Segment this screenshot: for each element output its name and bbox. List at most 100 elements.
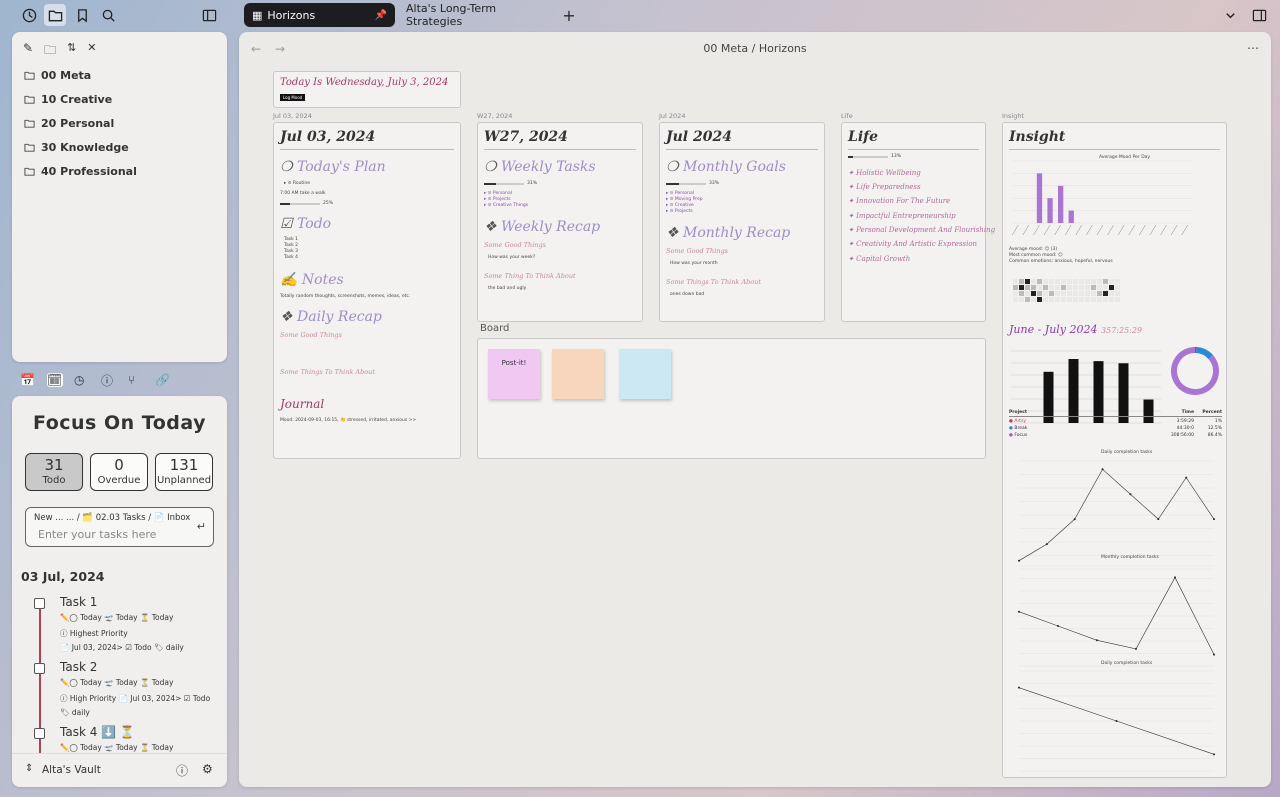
- heatmap-cell: [1055, 291, 1060, 296]
- todo-item[interactable]: Task 4: [284, 255, 298, 260]
- task-title[interactable]: Task 4 ⬇️ ⏳: [60, 725, 135, 739]
- breadcrumb[interactable]: 00 Meta / Horizons: [239, 42, 1271, 55]
- heatmap-cell: [1061, 297, 1066, 302]
- life-link[interactable]: ✦ Innovation For The Future: [848, 197, 950, 205]
- heading-text: Monthly Goals: [683, 159, 786, 175]
- insight-card[interactable]: Insight Average Mood Per Day Average moo…: [1002, 122, 1227, 778]
- vault-switch-icon[interactable]: ⇕: [25, 763, 33, 774]
- recent-icon[interactable]: [18, 4, 40, 26]
- item-text: Creative Things: [492, 203, 529, 208]
- monthly-item[interactable]: ▸ ≡ Moving Prep: [666, 197, 703, 202]
- stat-todo[interactable]: 31 Todo: [25, 453, 83, 491]
- divider: [484, 149, 636, 150]
- monthly-card[interactable]: Jul 2024 ❍ Monthly Goals 33% ▸ ≡ Persona…: [659, 122, 825, 322]
- day-planner-icon[interactable]: 🗓: [47, 373, 63, 387]
- link-icon[interactable]: 🔗: [155, 373, 171, 387]
- life-link[interactable]: ✦ Holistic Wellbeing: [848, 169, 921, 177]
- stat-unplanned[interactable]: 131 Unplanned: [155, 453, 213, 491]
- daily-card[interactable]: Jul 03, 2024 ❍ Today's Plan ▸ ≡ Routine …: [273, 122, 461, 459]
- todo-item[interactable]: Task 2: [284, 243, 298, 248]
- monthly-item[interactable]: ▸ ≡ Personal: [666, 191, 694, 196]
- item-text: Personal: [492, 191, 513, 196]
- right-sidebar-toggle-icon[interactable]: [1248, 4, 1270, 26]
- heatmap-cell: [1049, 279, 1054, 284]
- monthly-item[interactable]: ▸ ≡ Projects: [666, 209, 693, 214]
- search-icon[interactable]: [97, 4, 119, 26]
- tab-horizons[interactable]: ▦ Horizons 📌: [244, 3, 395, 27]
- heatmap-cell: [1013, 291, 1018, 296]
- new-note-icon[interactable]: ✎: [23, 41, 33, 62]
- enter-icon[interactable]: ↵: [197, 520, 206, 533]
- task-title[interactable]: Task 1: [60, 595, 97, 609]
- heatmap-cell: [1031, 285, 1036, 290]
- calendar-icon[interactable]: 📅: [20, 373, 36, 387]
- stat-overdue[interactable]: 0 Overdue: [90, 453, 148, 491]
- weekly-card[interactable]: W27, 2024 ❍ Weekly Tasks 31% ▸ ≡ Persona…: [477, 122, 643, 322]
- monthly-completion-point: [1135, 647, 1137, 650]
- monthly-item[interactable]: ▸ ≡ Creative: [666, 203, 694, 208]
- sort-icon[interactable]: ⇅: [67, 41, 76, 62]
- x-tick-label: [1118, 224, 1125, 236]
- todo-item[interactable]: Task 3: [284, 249, 298, 254]
- vault-name[interactable]: Alta's Vault: [42, 764, 101, 776]
- life-card[interactable]: Life 13% ✦ Holistic Wellbeing ✦ Life Pre…: [841, 122, 995, 322]
- collapse-icon[interactable]: ✕: [87, 41, 96, 62]
- item-text: Projects: [674, 209, 693, 214]
- today-banner[interactable]: Today Is Wednesday, July 3, 2024 Log Moo…: [273, 71, 461, 108]
- weekly-item[interactable]: ▸ ≡ Projects: [484, 197, 511, 202]
- link-text: Innovation For The Future: [856, 197, 951, 205]
- more-options-icon[interactable]: ⋯: [1247, 41, 1259, 55]
- prompt-text: How was your week?: [488, 255, 536, 260]
- chevron-down-icon[interactable]: [1219, 4, 1241, 26]
- new-tab-icon[interactable]: +: [558, 4, 580, 26]
- life-link[interactable]: ✦ Personal Development And Flourishing: [848, 226, 995, 234]
- x-tick-label: [1160, 224, 1167, 236]
- task-checkbox[interactable]: [34, 663, 45, 674]
- settings-icon[interactable]: ⚙: [202, 762, 213, 776]
- files-icon[interactable]: [44, 4, 66, 26]
- life-link[interactable]: ✦ Life Preparedness: [848, 183, 921, 191]
- task-checkbox[interactable]: [34, 598, 45, 609]
- task-tags: 🏷 daily: [60, 708, 90, 717]
- life-link[interactable]: ✦ Impactful Entrepreneurship: [848, 212, 956, 220]
- heatmap-cell: [1013, 285, 1018, 290]
- folder-item[interactable]: 30 Knowledge: [12, 135, 227, 159]
- todo-heading: ☑ Todo: [280, 216, 332, 232]
- avg-mood-text: Average mood: 😐 (3): [1009, 247, 1058, 252]
- life-link[interactable]: ✦ Capital Growth: [848, 255, 910, 263]
- task-checkbox[interactable]: [34, 728, 45, 739]
- clock-icon[interactable]: ◷: [74, 373, 90, 387]
- bookmark-icon[interactable]: [71, 4, 93, 26]
- graph-icon[interactable]: ⑂: [128, 373, 144, 387]
- daily-title: Jul 03, 2024: [280, 129, 376, 145]
- folder-item[interactable]: 40 Professional: [12, 159, 227, 183]
- cell: 3:59:29: [1176, 419, 1194, 424]
- new-folder-icon[interactable]: 🗀: [44, 41, 56, 62]
- sticky-note-pink[interactable]: Post-it!: [488, 349, 540, 399]
- sticky-note-peach[interactable]: [552, 349, 604, 399]
- heading-text: Weekly Recap: [501, 219, 601, 235]
- folder-item[interactable]: 20 Personal: [12, 111, 227, 135]
- weekly-item[interactable]: ▸ ≡ Personal: [484, 191, 512, 196]
- heatmap-cell: [1115, 297, 1120, 302]
- folder-item[interactable]: 00 Meta: [12, 63, 227, 87]
- x-tick-label: [1139, 224, 1146, 236]
- x-tick-label: [1012, 224, 1019, 236]
- life-link[interactable]: ✦ Creativity And Artistic Expression: [848, 240, 977, 248]
- todo-item[interactable]: Task 1: [284, 237, 298, 242]
- sticky-note-blue[interactable]: [619, 349, 671, 399]
- monthly-completion-point: [1213, 653, 1215, 656]
- heatmap-cell: [1067, 279, 1072, 284]
- life-progress: [848, 156, 888, 158]
- log-mood-button[interactable]: Log Mood: [280, 94, 306, 101]
- board-group[interactable]: Post-it!: [477, 338, 986, 459]
- pin-icon[interactable]: 📌: [375, 10, 387, 21]
- weekly-item[interactable]: ▸ ≡ Creative Things: [484, 203, 528, 208]
- folder-item[interactable]: 10 Creative: [12, 87, 227, 111]
- task-input-box[interactable]: New ... ... / 🗂️ 02.03 Tasks / 📄 Inbox E…: [25, 507, 214, 547]
- tab-long-term-strategies[interactable]: Alta's Long-Term Strategies: [398, 2, 554, 28]
- help-icon[interactable]: ⓘ: [176, 762, 188, 779]
- info-icon[interactable]: ⓘ: [101, 372, 117, 389]
- task-title[interactable]: Task 2: [60, 660, 97, 674]
- sidebar-toggle-icon[interactable]: [198, 4, 220, 26]
